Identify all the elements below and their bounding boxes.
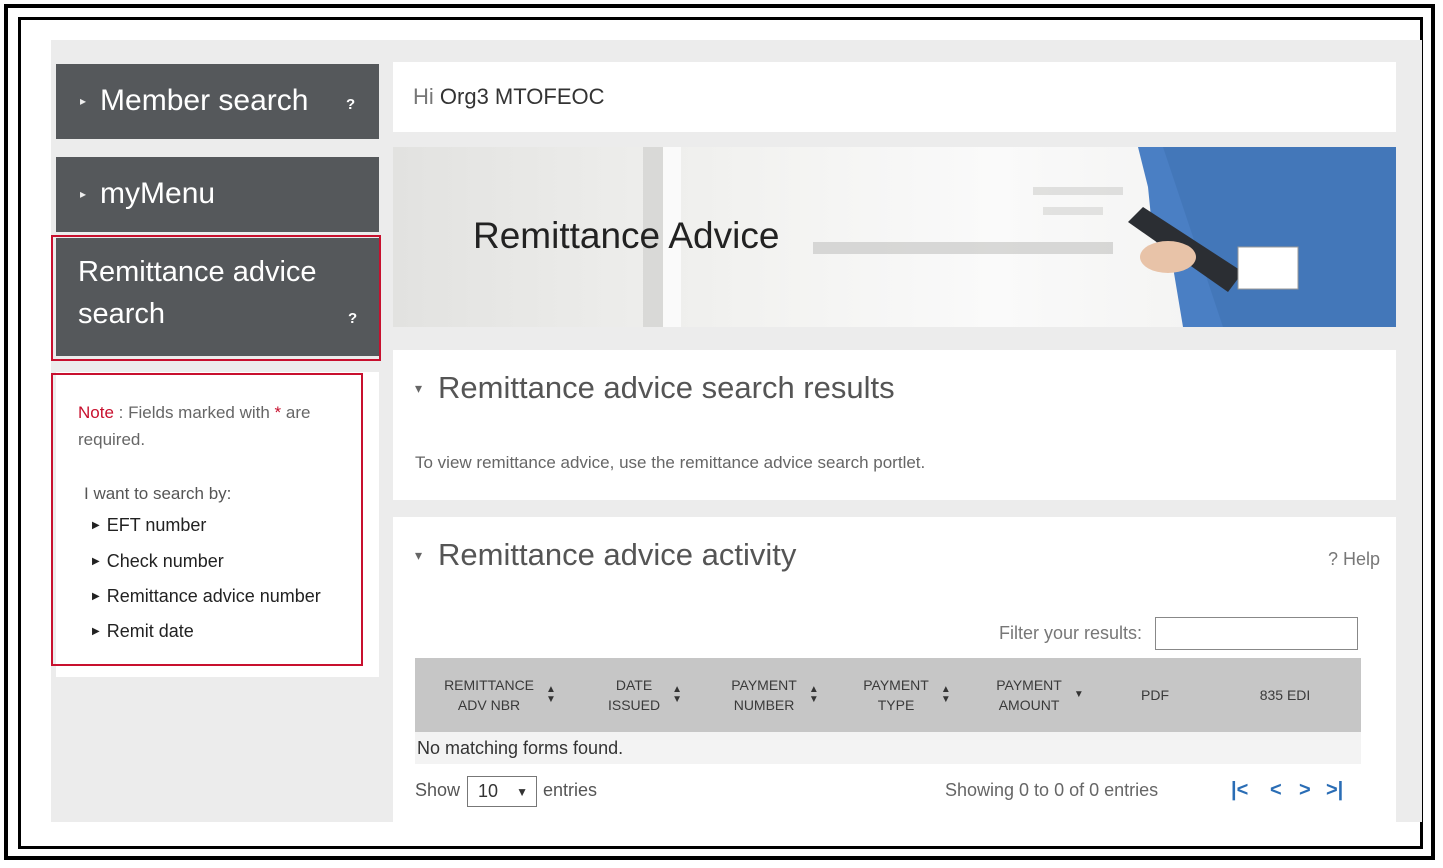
column-date-issued[interactable]: DATE ISSUED ▲ ▼ [590, 658, 700, 732]
page-length-value: 10 [478, 781, 499, 801]
next-page-button[interactable]: > [1299, 779, 1311, 802]
chevron-down-icon: ▼ [516, 784, 528, 799]
expand-arrow-icon: ▸ [80, 94, 87, 108]
show-label: Show [415, 780, 461, 800]
mymenu-label: myMenu [100, 177, 216, 210]
search-results-heading[interactable]: ▾ Remittance advice search results [415, 370, 895, 406]
page-banner: Remittance Advice [393, 147, 1396, 327]
greeting-text: Hi Org3 MTOFEOC [413, 84, 605, 110]
sort-icon[interactable]: ▲ ▼ [672, 685, 682, 705]
greeting-bar: Hi Org3 MTOFEOC [393, 62, 1396, 132]
column-label-line2: ADV NBR [457, 697, 521, 713]
mymenu-tile[interactable]: ▸ myMenu [56, 157, 379, 232]
highlight-outline [51, 373, 363, 666]
showing-entries-text: Showing 0 to 0 of 0 entries [945, 780, 1159, 800]
previous-page-button[interactable]: < [1270, 779, 1282, 802]
sort-desc-icon[interactable]: ▼ [1074, 690, 1084, 700]
column-label-line2: TYPE [877, 697, 915, 713]
search-results-title: Remittance advice search results [438, 370, 895, 405]
column-label-line2: ISSUED [607, 697, 661, 713]
user-name: Org3 MTOFEOC [439, 84, 605, 109]
column-label-line2: NUMBER [733, 697, 795, 713]
search-results-card: ▾ Remittance advice search results To vi… [393, 350, 1396, 500]
page-length-select[interactable]: 10 ▼ [467, 776, 537, 807]
member-search-tile[interactable]: ▸ Member search ? [56, 64, 379, 139]
column-remittance-adv-nbr[interactable]: REMITTANCE ADV NBR ▲ ▼ [425, 658, 575, 732]
column-label: PAYMENT AMOUNT [996, 675, 1062, 715]
column-label: DATE ISSUED [608, 675, 660, 715]
column-label: REMITTANCE ADV NBR [444, 675, 534, 715]
help-icon[interactable]: ? [346, 96, 355, 113]
column-label: 835 EDI [1259, 687, 1311, 703]
column-label-line1: REMITTANCE [444, 677, 535, 693]
filter-input[interactable] [1155, 617, 1358, 650]
search-results-message: To view remittance advice, use the remit… [415, 453, 926, 472]
empty-message: No matching forms found. [417, 737, 624, 758]
column-pdf: PDF [1115, 658, 1195, 732]
column-label-line1: PAYMENT [731, 677, 797, 693]
collapse-caret-icon[interactable]: ▾ [415, 380, 422, 397]
activity-heading[interactable]: ▾ Remittance advice activity [415, 537, 796, 573]
collapse-caret-icon[interactable]: ▾ [415, 547, 422, 564]
column-payment-type[interactable]: PAYMENT TYPE ▲ ▼ [847, 658, 967, 732]
help-link[interactable]: ? Help [1328, 549, 1380, 570]
member-search-label: Member search [100, 84, 309, 117]
column-label-line1: PAYMENT [863, 677, 929, 693]
banner-title: Remittance Advice [473, 215, 780, 256]
activity-title: Remittance advice activity [438, 537, 797, 572]
sort-icon[interactable]: ▲ ▼ [546, 685, 556, 705]
column-label: PAYMENT TYPE [863, 675, 929, 715]
column-payment-number[interactable]: PAYMENT NUMBER ▲ ▼ [715, 658, 835, 732]
empty-table-row: No matching forms found. [415, 732, 1361, 764]
sort-icon[interactable]: ▲ ▼ [941, 685, 951, 705]
column-label: PDF [1141, 687, 1169, 703]
column-payment-amount[interactable]: PAYMENT AMOUNT ▼ [980, 658, 1100, 732]
sort-icon[interactable]: ▲ ▼ [809, 685, 819, 705]
column-label: PAYMENT NUMBER [731, 675, 797, 715]
table-header: REMITTANCE ADV NBR ▲ ▼ DATE ISSUED ▲ ▼ PAYME… [415, 658, 1361, 732]
column-label-line1: DATE [615, 677, 653, 693]
column-label-line1: PAYMENT [996, 677, 1062, 693]
last-page-button[interactable]: >| [1326, 779, 1343, 802]
expand-arrow-icon: ▸ [80, 187, 87, 201]
column-835-edi: 835 EDI [1235, 658, 1335, 732]
highlight-outline [51, 235, 381, 361]
greeting-prefix: Hi [413, 84, 440, 109]
first-page-button[interactable]: |< [1231, 779, 1248, 802]
column-label-line2: AMOUNT [998, 697, 1060, 713]
filter-label: Filter your results: [999, 623, 1143, 643]
entries-label: entries [543, 780, 598, 800]
